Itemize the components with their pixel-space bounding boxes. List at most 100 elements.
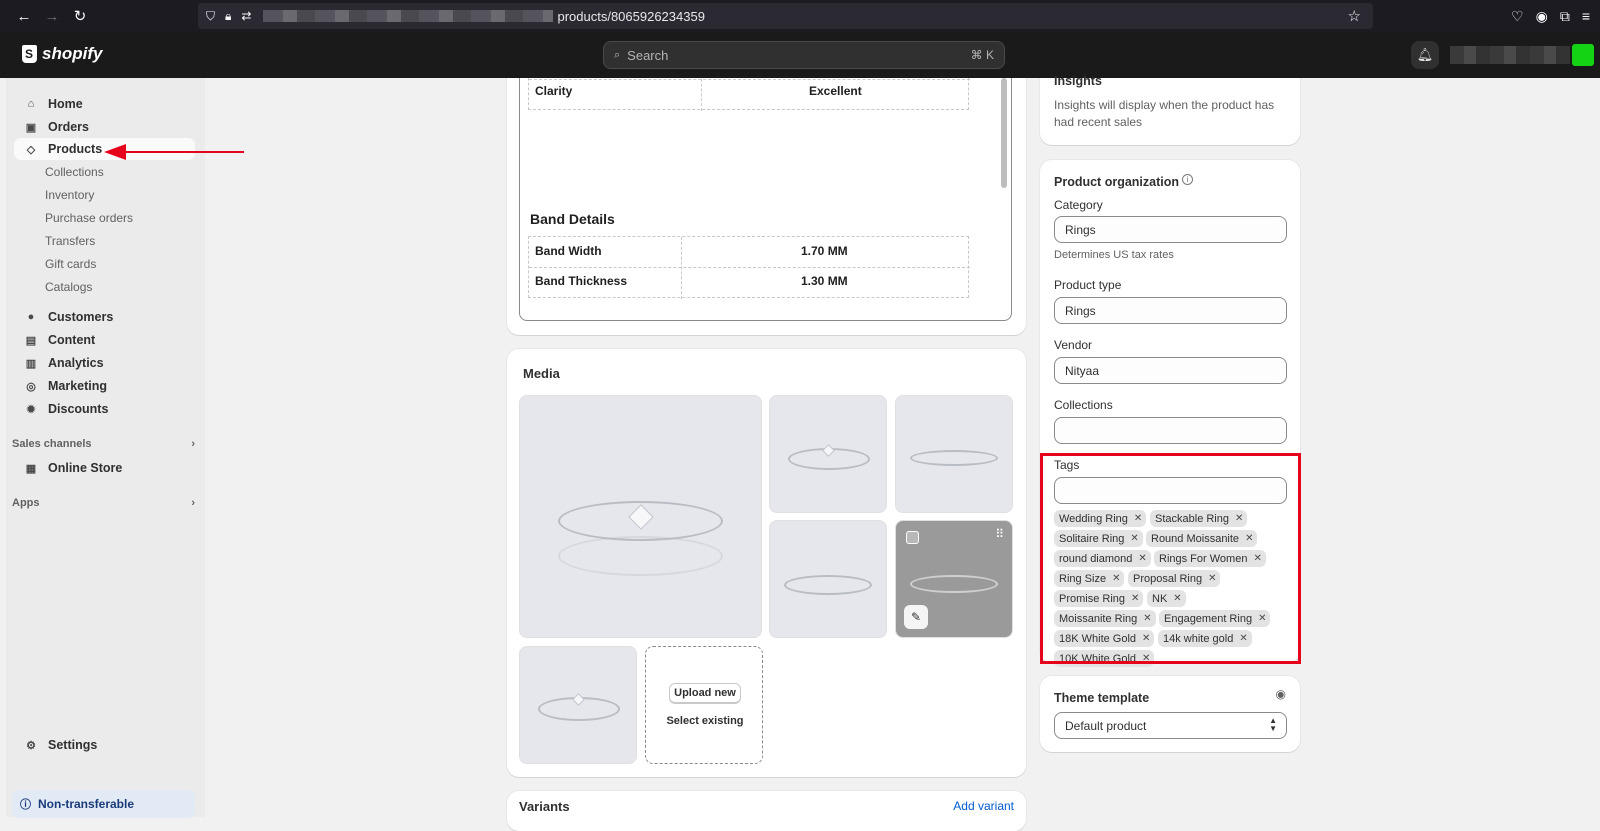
media-image-4[interactable]: [769, 520, 887, 638]
drag-handle-icon[interactable]: ⠿: [995, 527, 1004, 541]
search-icon: ⌕: [614, 48, 621, 61]
vendor-label: Vendor: [1054, 338, 1093, 352]
sidebar-item-online-store[interactable]: ▦ Online Store: [14, 457, 195, 479]
insights-text: Insights will display when the product h…: [1054, 98, 1275, 129]
sidebar-subitem-inventory[interactable]: Inventory: [45, 188, 94, 202]
product-type-field[interactable]: Rings: [1054, 297, 1287, 324]
sidebar: ⌂ Home ▣ Orders ◇ Products Collections I…: [6, 78, 205, 818]
chevron-right-icon: ›: [191, 497, 195, 509]
extensions-icon[interactable]: ⧉: [1560, 8, 1570, 25]
clarity-table: Clarity Excellent: [528, 78, 970, 111]
collections-field[interactable]: [1054, 417, 1287, 444]
shield-icon: ⛉: [206, 8, 216, 23]
browser-toolbar: ← → ↻ ⛉ 🔒︎ ⇄ products/8065926234359 ☆ ♡ …: [0, 0, 1600, 32]
band-width-label: Band Width: [535, 244, 602, 258]
forward-arrow-icon[interactable]: →: [38, 2, 66, 30]
upload-new-button[interactable]: Upload new: [669, 683, 741, 703]
store-icon: ▦: [25, 462, 37, 475]
menu-icon[interactable]: ≡: [1582, 8, 1590, 24]
annotation-highlight-box: [1040, 453, 1301, 664]
variants-card: Variants Add variant: [507, 791, 1026, 831]
sidebar-item-label: Customers: [48, 310, 114, 324]
permissions-icon: ⇄: [241, 8, 252, 23]
media-dropzone[interactable]: Upload new Select existing: [645, 646, 763, 764]
chevron-up-down-icon: ▲ ▼: [1269, 716, 1277, 733]
tag-icon: ◇: [26, 143, 36, 156]
band-thickness-label: Band Thickness: [535, 274, 628, 288]
home-icon: ⌂: [27, 98, 35, 110]
annotation-arrow: [104, 144, 244, 160]
media-image-6[interactable]: [519, 646, 637, 764]
discount-icon: ✹: [26, 403, 36, 416]
media-image-2[interactable]: [769, 395, 887, 513]
pocket-icon[interactable]: ♡: [1511, 8, 1524, 25]
notifications-bell-icon[interactable]: 🔔︎: [1411, 41, 1439, 69]
store-avatar[interactable]: [1572, 44, 1594, 66]
band-details-heading: Band Details: [530, 211, 615, 227]
info-icon[interactable]: i: [1182, 174, 1193, 185]
sidebar-item-content[interactable]: ▤ Content: [14, 329, 195, 351]
sales-channels-label: Sales channels: [12, 438, 92, 450]
sidebar-subitem-collections[interactable]: Collections: [45, 165, 104, 179]
lock-icon: 🔒︎: [225, 8, 232, 23]
category-field[interactable]: Rings: [1054, 216, 1287, 243]
product-type-label: Product type: [1054, 278, 1122, 292]
sidebar-subitem-purchase-orders[interactable]: Purchase orders: [45, 211, 133, 225]
search-bar[interactable]: ⌕ Search ⌘ K: [603, 41, 1005, 69]
sidebar-subitem-catalogs[interactable]: Catalogs: [45, 280, 92, 294]
sidebar-item-customers[interactable]: ● Customers: [14, 306, 195, 328]
account-icon[interactable]: ◉: [1536, 8, 1548, 25]
bookmark-star-icon[interactable]: ☆: [1348, 7, 1361, 25]
insights-card: Insights Insights will display when the …: [1040, 74, 1300, 145]
media-card: Media ⠿ ✎ Upload new Select existing: [507, 349, 1026, 777]
media-image-main[interactable]: [519, 395, 762, 638]
select-existing-link[interactable]: Select existing: [646, 715, 764, 727]
sidebar-item-discounts[interactable]: ✹ Discounts: [14, 398, 195, 420]
sidebar-item-orders[interactable]: ▣ Orders: [14, 116, 195, 138]
editor-scrollbar[interactable]: [1001, 78, 1007, 188]
address-bar[interactable]: ⛉ 🔒︎ ⇄ products/8065926234359 ☆: [198, 3, 1373, 29]
media-image-5-hovered[interactable]: ⠿ ✎: [895, 520, 1013, 638]
plan-label: Non-transferable: [38, 797, 135, 811]
admin-topbar: shopify ⌕ Search ⌘ K 🔔︎: [0, 32, 1600, 78]
sidebar-subitem-gift-cards[interactable]: Gift cards: [45, 257, 96, 271]
insights-title: Insights: [1054, 74, 1102, 88]
sidebar-item-label: Products: [48, 142, 103, 156]
inbox-icon: ▣: [25, 121, 37, 134]
band-width-value: 1.70 MM: [801, 244, 848, 258]
sidebar-item-analytics[interactable]: ▥ Analytics: [14, 352, 195, 374]
url-text: products/8065926234359: [557, 8, 705, 24]
plan-banner[interactable]: ⓘ Non-transferable: [12, 790, 195, 818]
select-checkbox[interactable]: [906, 531, 919, 544]
theme-template-card: Theme template ◉ Default product ▲ ▼: [1040, 676, 1300, 752]
theme-template-title: Theme template: [1054, 691, 1150, 705]
sidebar-item-label: Settings: [48, 738, 98, 752]
sidebar-item-label: Orders: [48, 120, 89, 134]
reload-icon[interactable]: ↻: [66, 2, 94, 30]
shopify-logo[interactable]: shopify: [22, 44, 102, 64]
sidebar-item-label: Content: [48, 333, 96, 347]
search-placeholder: Search: [627, 47, 669, 63]
apps-header[interactable]: Apps ›: [12, 497, 195, 509]
sidebar-item-settings[interactable]: ⚙ Settings: [14, 734, 195, 756]
back-arrow-icon[interactable]: ←: [10, 2, 38, 30]
eye-icon[interactable]: ◉: [1276, 687, 1286, 701]
sales-channels-header[interactable]: Sales channels ›: [12, 438, 195, 450]
variants-title: Variants: [519, 799, 570, 814]
description-editor[interactable]: Clarity Excellent Band Details Band Widt…: [519, 78, 1012, 321]
gear-icon: ⚙: [26, 739, 36, 752]
add-variant-link[interactable]: Add variant: [953, 799, 1014, 813]
theme-template-select[interactable]: Default product ▲ ▼: [1054, 712, 1287, 739]
sidebar-item-label: Home: [48, 97, 83, 111]
sidebar-item-label: Analytics: [48, 356, 104, 370]
sidebar-item-marketing[interactable]: ◎ Marketing: [14, 375, 195, 397]
info-circle-icon: ⓘ: [20, 799, 31, 811]
vendor-field[interactable]: Nityaa: [1054, 357, 1287, 384]
sidebar-subitem-transfers[interactable]: Transfers: [45, 234, 95, 248]
sidebar-item-home[interactable]: ⌂ Home: [14, 93, 195, 115]
media-image-3[interactable]: [895, 395, 1013, 513]
target-icon: ◎: [26, 380, 36, 393]
redacted-store-name[interactable]: [1450, 46, 1570, 64]
clarity-label: Clarity: [535, 84, 573, 98]
edit-pencil-icon[interactable]: ✎: [904, 605, 928, 629]
